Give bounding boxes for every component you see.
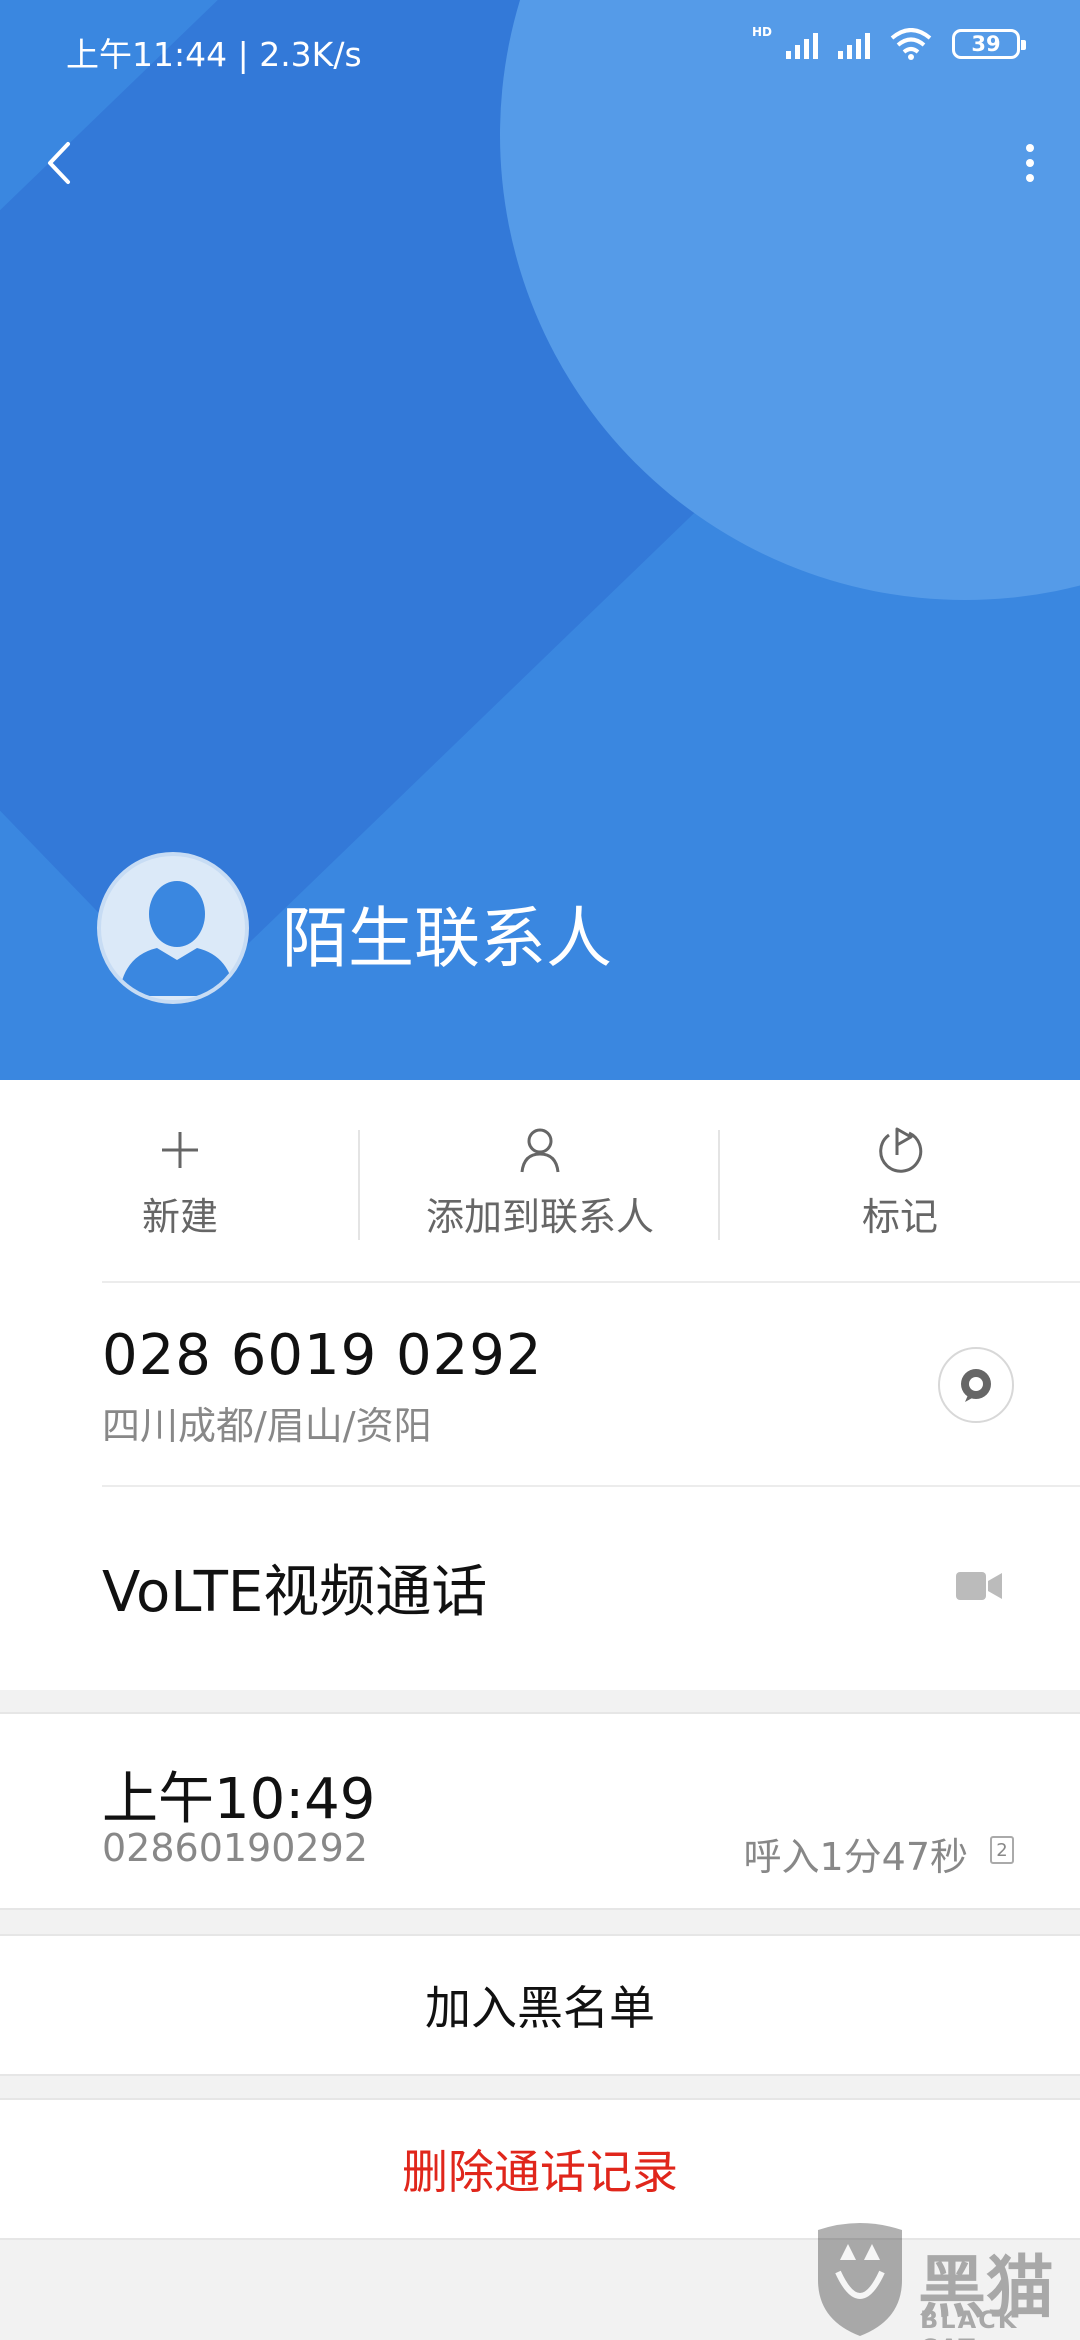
add-to-contacts-button[interactable]: 添加到联系人 (380, 1120, 700, 1250)
call-log-number: 02860190292 (102, 1826, 368, 1870)
send-message-button[interactable] (938, 1347, 1014, 1423)
hd-label: HD (751, 25, 772, 39)
action-bar: 新建 添加到联系人 标记 (0, 1080, 1080, 1280)
call-log-type-duration: 呼入1分47秒 (743, 1835, 968, 1879)
new-contact-button[interactable]: 新建 (120, 1120, 240, 1250)
person-avatar-icon (119, 881, 235, 996)
more-options-button[interactable] (1018, 138, 1042, 188)
phone-number-row[interactable]: 028 6019 0292 四川成都/眉山/资阳 (0, 1283, 1080, 1487)
mark-button[interactable]: 标记 (830, 1120, 970, 1250)
call-log-time: 上午10:49 (102, 1767, 376, 1832)
delete-call-log-button[interactable]: 删除通话记录 (0, 2098, 1080, 2240)
message-icon (961, 1369, 991, 1402)
sim-badge: 2 (990, 1836, 1014, 1864)
add-to-blacklist-button[interactable]: 加入黑名单 (0, 1934, 1080, 2076)
person-icon (518, 1120, 562, 1180)
contact-header: 上午11:44 | 2.3K/s HD 39 陌生联系人 (0, 0, 1080, 1080)
call-log-entry[interactable]: 上午10:49 02860190292 呼入1分47秒 2 (0, 1712, 1080, 1910)
action-divider (358, 1130, 360, 1240)
watermark-subtitle: BLACK CAT (920, 2306, 1019, 2340)
phone-location: 四川成都/眉山/资阳 (102, 1404, 432, 1448)
video-call-label: VoLTE视频通话 (102, 1560, 488, 1625)
chevron-left-icon (48, 142, 70, 184)
plus-icon (158, 1120, 202, 1180)
status-icons: HD 39 (751, 25, 1026, 60)
cat-shield-icon (818, 2223, 902, 2336)
avatar (97, 852, 249, 1004)
contact-name: 陌生联系人 (282, 900, 612, 977)
battery-level: 39 (971, 32, 1001, 56)
video-call-row[interactable]: VoLTE视频通话 (0, 1487, 1080, 1687)
new-contact-label: 新建 (141, 1195, 218, 1239)
flag-icon (875, 1120, 925, 1180)
back-button[interactable] (38, 138, 82, 188)
video-call-button[interactable] (956, 1569, 1002, 1603)
phone-number: 028 6019 0292 (102, 1323, 543, 1388)
mark-label: 标记 (861, 1195, 938, 1239)
battery-icon: 39 (952, 29, 1026, 59)
status-time: 上午11:44 | 2.3K/s (66, 35, 362, 74)
add-to-contacts-label: 添加到联系人 (425, 1195, 654, 1239)
hd-signal-icon (786, 29, 818, 59)
status-bar: 上午11:44 | 2.3K/s HD 39 (0, 0, 1080, 100)
watermark: 黑猫 BLACK CAT (810, 2220, 1080, 2340)
more-vertical-icon (1026, 144, 1034, 152)
action-divider (718, 1130, 720, 1240)
signal-icon (838, 29, 870, 59)
video-camera-icon (956, 1572, 1002, 1600)
wifi-icon (890, 28, 932, 60)
